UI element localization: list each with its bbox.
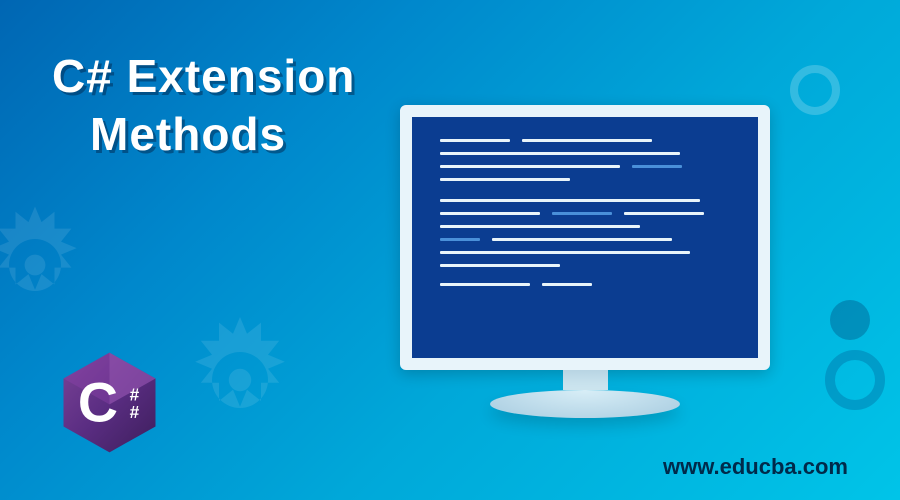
decoration-circle bbox=[830, 300, 870, 340]
monitor-illustration bbox=[400, 105, 770, 425]
banner-container: C# Extension Methods bbox=[0, 0, 900, 500]
logo-hash-bottom: # bbox=[130, 402, 140, 422]
gear-icon bbox=[170, 310, 310, 450]
monitor-neck bbox=[563, 370, 608, 390]
gear-icon bbox=[0, 200, 100, 330]
decoration-circle bbox=[825, 350, 885, 410]
website-url: www.educba.com bbox=[663, 454, 848, 480]
csharp-logo-icon: C # # bbox=[52, 345, 167, 460]
logo-c-letter: C bbox=[78, 372, 118, 434]
page-title: C# Extension Methods bbox=[52, 48, 355, 163]
monitor-screen bbox=[400, 105, 770, 370]
title-line-2: Methods bbox=[52, 106, 355, 164]
title-line-1: C# Extension bbox=[52, 48, 355, 106]
decoration-circle bbox=[790, 65, 840, 115]
monitor-base bbox=[490, 390, 680, 418]
